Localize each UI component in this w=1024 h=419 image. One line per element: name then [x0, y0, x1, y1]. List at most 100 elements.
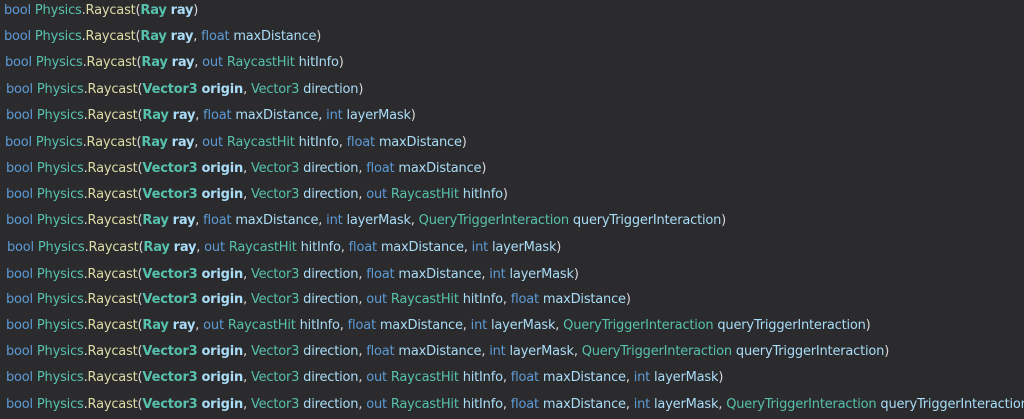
param-modifier: out — [202, 135, 223, 150]
param-name: direction — [303, 82, 359, 97]
overload-signature: bool Physics.Raycast(Vector3 origin, Vec… — [6, 266, 579, 284]
param-type: QueryTriggerInteraction — [563, 318, 714, 333]
param-name: maxDistance — [542, 397, 626, 412]
close-paren: ) — [481, 161, 487, 176]
overload-signature: bool Physics.Raycast(Vector3 origin, Vec… — [6, 291, 631, 309]
param-type: RaycastHit — [390, 292, 459, 307]
close-paren: ) — [721, 213, 727, 228]
class-name: Physics — [36, 292, 84, 307]
param-name: direction — [303, 187, 359, 202]
return-type: bool — [6, 267, 33, 282]
param-separator: , — [625, 370, 634, 385]
param-type: float — [366, 267, 395, 282]
param-type: Vector3 — [142, 187, 198, 202]
method-name: Raycast — [87, 397, 138, 412]
close-paren: ) — [502, 187, 508, 202]
param-type: Vector3 — [142, 267, 198, 282]
param-separator: , — [502, 370, 511, 385]
class-name: Physics — [34, 3, 82, 18]
param-name: origin — [201, 267, 244, 282]
param-name: origin — [201, 370, 244, 385]
param-separator: , — [195, 108, 204, 123]
class-name: Physics — [36, 267, 84, 282]
param-separator: , — [243, 161, 251, 176]
param-separator: , — [194, 55, 203, 70]
return-type: bool — [5, 135, 32, 150]
return-type: bool — [5, 55, 32, 70]
param-type: float — [203, 108, 232, 123]
close-paren: ) — [410, 108, 416, 123]
param-separator: , — [243, 292, 251, 307]
param-name: ray — [172, 318, 196, 333]
param-name: hitInfo — [462, 397, 503, 412]
param-name: origin — [201, 82, 244, 97]
param-separator: , — [573, 344, 582, 359]
return-type: bool — [4, 3, 31, 18]
param-type: int — [489, 267, 506, 282]
param-separator: , — [339, 318, 348, 333]
class-name: Physics — [36, 161, 84, 176]
overload-signature: bool Physics.Raycast(Ray ray, out Raycas… — [6, 317, 871, 335]
param-name: layerMask — [509, 344, 575, 359]
param-type: float — [347, 318, 376, 333]
return-type: bool — [6, 213, 33, 228]
class-name: Physics — [36, 397, 84, 412]
param-modifier: out — [366, 292, 387, 307]
param-type: Ray — [142, 318, 169, 333]
param-type: Vector3 — [142, 292, 198, 307]
param-type: RaycastHit — [390, 187, 459, 202]
overload-signature: bool Physics.Raycast(Vector3 origin, Vec… — [6, 343, 889, 361]
param-type: Vector3 — [142, 370, 198, 385]
param-name: direction — [303, 397, 359, 412]
param-type: QueryTriggerInteraction — [726, 397, 877, 412]
param-name: direction — [303, 161, 359, 176]
param-separator: , — [340, 240, 349, 255]
method-name: Raycast — [86, 135, 137, 150]
overload-list: bool Physics.Raycast(Ray ray) bool Physic… — [0, 0, 1024, 419]
param-type: Vector3 — [142, 161, 198, 176]
param-name: hitInfo — [462, 370, 503, 385]
param-name: origin — [201, 292, 244, 307]
close-paren: ) — [338, 55, 344, 70]
close-paren: ) — [316, 29, 322, 44]
param-modifier: out — [204, 240, 225, 255]
param-name: queryTriggerInteraction — [735, 344, 885, 359]
param-separator: , — [502, 397, 511, 412]
param-name: direction — [303, 267, 359, 282]
close-paren: ) — [461, 135, 467, 150]
param-type: RaycastHit — [390, 397, 459, 412]
param-separator: , — [195, 318, 204, 333]
overload-signature: bool Physics.Raycast(Ray ray, float maxD… — [4, 28, 321, 46]
param-type: Vector3 — [250, 397, 300, 412]
param-type: RaycastHit — [226, 135, 295, 150]
param-name: ray — [173, 240, 197, 255]
param-name: layerMask — [654, 397, 719, 412]
return-type: bool — [6, 397, 33, 412]
param-type: int — [633, 397, 651, 412]
param-separator: , — [195, 213, 204, 228]
overload-signature: bool Physics.Raycast(Ray ray, float maxD… — [6, 107, 416, 125]
param-name: hitInfo — [300, 240, 341, 255]
class-name: Physics — [36, 370, 84, 385]
param-type: int — [633, 370, 651, 385]
close-paren: ) — [556, 240, 562, 255]
param-name: maxDistance — [398, 344, 482, 359]
method-name: Raycast — [87, 187, 138, 202]
param-modifier: out — [203, 318, 224, 333]
return-type: bool — [6, 82, 33, 97]
overload-signature: bool Physics.Raycast(Vector3 origin, Vec… — [6, 160, 486, 178]
param-separator: , — [625, 397, 634, 412]
param-separator: , — [410, 213, 419, 228]
param-type: int — [471, 240, 489, 255]
close-paren: ) — [573, 267, 579, 282]
param-name: queryTriggerInteraction — [572, 213, 722, 228]
overload-signature: bool Physics.Raycast(Ray ray, out Raycas… — [7, 239, 561, 257]
param-type: Ray — [140, 29, 167, 44]
param-name: hitInfo — [462, 187, 503, 202]
param-type: float — [346, 135, 375, 150]
param-name: origin — [201, 397, 244, 412]
param-type: Vector3 — [250, 370, 300, 385]
param-name: maxDistance — [398, 267, 482, 282]
return-type: bool — [6, 318, 33, 333]
param-type: RaycastHit — [226, 55, 295, 70]
